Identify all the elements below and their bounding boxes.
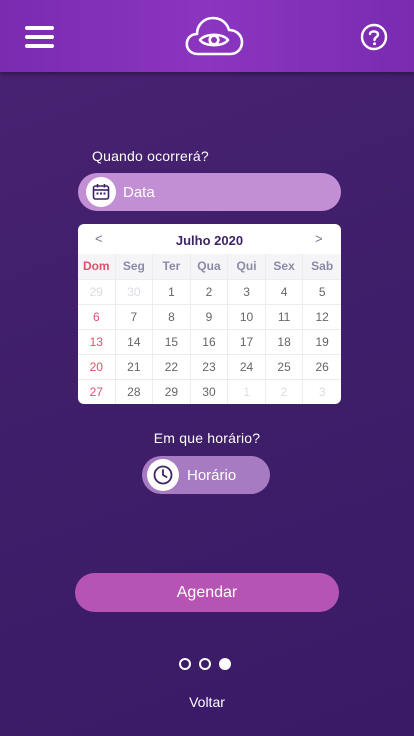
help-icon[interactable] xyxy=(360,23,388,51)
pager-dot-active xyxy=(219,658,231,670)
calendar-day-cell: 3 xyxy=(318,385,326,399)
calendar-day-cell: 1 xyxy=(228,380,266,404)
weekday-header-row: Dom Seg Ter Qua Qui Sex Sab xyxy=(78,254,341,279)
calendar-day-cell[interactable]: 8 xyxy=(153,305,191,329)
calendar-day-cell[interactable]: 29 xyxy=(153,380,191,404)
calendar-header: < Julho 2020 > xyxy=(78,224,341,254)
calendar-day-cell[interactable]: 9 xyxy=(191,305,229,329)
clock-icon xyxy=(153,465,173,485)
calendar-day-cell[interactable]: 10 xyxy=(228,305,266,329)
calendar-week-row: 29 30 1 2 3 4 5 xyxy=(78,279,341,304)
calendar-day-cell[interactable]: 24 xyxy=(228,355,266,379)
clock-icon-circle xyxy=(147,459,179,491)
calendar-day-cell[interactable]: 11 xyxy=(266,305,304,329)
date-select[interactable]: Data xyxy=(78,173,397,211)
calendar-week-row: 27 28 29 30 1 2 3 xyxy=(78,379,341,404)
calendar-icon xyxy=(92,184,110,200)
date-select-value: Data xyxy=(123,184,155,201)
pager-dot xyxy=(179,658,191,670)
calendar-day-cell[interactable]: 15 xyxy=(153,330,191,354)
calendar-day-cell[interactable]: 18 xyxy=(266,330,304,354)
calendar-day-cell[interactable]: 20 xyxy=(78,355,116,379)
calendar-day-cell[interactable]: 17 xyxy=(228,330,266,354)
calendar-day-cell: 29 xyxy=(78,280,116,304)
calendar-day-cell[interactable]: 28 xyxy=(116,380,154,404)
calendar-week-row: 20 21 22 23 24 25 26 xyxy=(78,354,341,379)
calendar-day-cell[interactable]: 14 xyxy=(116,330,154,354)
calendar-day-cell[interactable]: 23 xyxy=(191,355,229,379)
calendar-day-cell[interactable]: 21 xyxy=(116,355,154,379)
weekday-label: Sab xyxy=(311,259,334,273)
calendar-day-cell[interactable]: 19 xyxy=(303,330,341,354)
time-select[interactable]: Horário xyxy=(142,456,270,494)
schedule-button[interactable]: Agendar xyxy=(75,573,339,612)
time-question-label: Em que horário? xyxy=(153,430,261,446)
weekday-label: Qua xyxy=(191,254,229,279)
calendar-day-cell[interactable]: 6 xyxy=(78,305,116,329)
calendar-day-cell: 2 xyxy=(266,380,304,404)
calendar-day-cell: 30 xyxy=(116,280,154,304)
calendar-day-cell[interactable]: 7 xyxy=(116,305,154,329)
calendar-day-cell[interactable]: 12 xyxy=(303,305,341,329)
weekday-label: Sex xyxy=(266,254,304,279)
pager-dot xyxy=(199,658,211,670)
pager-dots xyxy=(179,658,239,672)
back-link[interactable]: Voltar xyxy=(0,694,414,710)
calendar-day-cell[interactable]: 27 xyxy=(78,380,116,404)
calendar-day-cell[interactable]: 2 xyxy=(191,280,229,304)
calendar-week-row: 13 14 15 16 17 18 19 xyxy=(78,329,341,354)
month-title: Julho 2020 xyxy=(175,233,244,248)
calendar-panel: < Julho 2020 > Dom Seg Ter Qua Qui Sex S… xyxy=(78,224,341,404)
hamburger-menu-icon[interactable] xyxy=(25,25,54,49)
calendar-week-row: 6 7 8 9 10 11 12 xyxy=(78,304,341,329)
weekday-label: Ter xyxy=(153,254,191,279)
calendar-day-cell[interactable]: 22 xyxy=(153,355,191,379)
calendar-day-cell[interactable]: 25 xyxy=(266,355,304,379)
calendar-day-cell[interactable]: 3 xyxy=(228,280,266,304)
calendar-day-cell[interactable]: 26 xyxy=(303,355,341,379)
cloud-eye-logo xyxy=(185,16,244,56)
time-select-value: Horário xyxy=(187,467,237,484)
top-bar xyxy=(0,0,414,72)
next-month-button[interactable]: > xyxy=(315,231,323,246)
weekday-label: Qui xyxy=(228,254,266,279)
chevron-down-icon xyxy=(385,187,397,194)
weekday-label: Seg xyxy=(116,254,154,279)
calendar-grid: Dom Seg Ter Qua Qui Sex Sab 29 30 1 2 3 4 5 6 7 8… xyxy=(78,254,341,404)
calendar-day-cell[interactable]: 5 xyxy=(303,280,341,304)
calendar-day-cell[interactable]: 30 xyxy=(191,380,229,404)
date-question-label: Quando ocorrerá? xyxy=(92,148,209,164)
weekday-label: Dom xyxy=(78,254,116,279)
calendar-day-cell[interactable]: 16 xyxy=(191,330,229,354)
calendar-day-cell[interactable]: 13 xyxy=(78,330,116,354)
calendar-day-cell[interactable]: 4 xyxy=(266,280,304,304)
calendar-icon-circle xyxy=(86,177,116,207)
calendar-day-cell[interactable]: 1 xyxy=(153,280,191,304)
